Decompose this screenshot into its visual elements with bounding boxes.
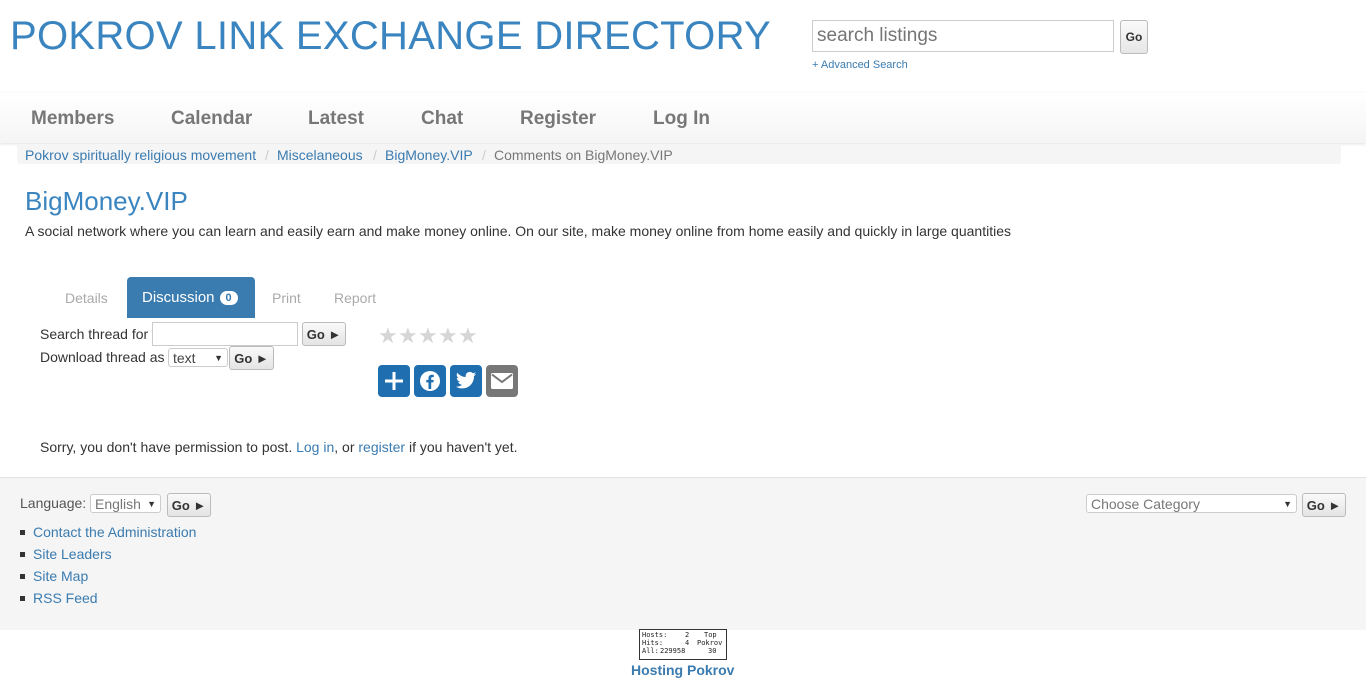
list-bullet [20, 596, 25, 601]
language-label: Language: [20, 495, 87, 511]
counter-hosts-value: 2 [685, 631, 690, 639]
counter-top-name: Pokrov [697, 639, 723, 647]
advanced-search-link[interactable]: + Advanced Search [812, 59, 908, 71]
language-select[interactable]: English ▼ [90, 494, 161, 513]
rating-star-icon[interactable]: ★ [458, 323, 478, 349]
search-thread-go-button[interactable]: Go ► [302, 322, 346, 346]
counter-all-label: All: [642, 647, 659, 655]
footer-link-contact[interactable]: Contact the Administration [33, 524, 196, 540]
chevron-down-icon: ▼ [214, 352, 223, 363]
search-go-button[interactable]: Go [1120, 20, 1148, 54]
share-icon [385, 372, 403, 390]
nav-register[interactable]: Register [520, 108, 596, 130]
breadcrumb-separator: / [373, 147, 377, 163]
twitter-share-button[interactable] [450, 365, 482, 397]
site-title[interactable]: POKROV LINK EXCHANGE DIRECTORY [10, 14, 771, 59]
breadcrumb-separator: / [265, 147, 269, 163]
permission-suffix: if you haven't yet. [405, 439, 518, 455]
search-thread-label: Search thread for [40, 326, 149, 342]
nav-members[interactable]: Members [31, 108, 114, 130]
tab-report[interactable]: Report [334, 290, 376, 306]
counter-all-value: 229958 [660, 647, 686, 655]
rating-star-icon[interactable]: ★ [378, 323, 398, 349]
hosting-link[interactable]: Hosting Pokrov [631, 662, 734, 678]
permission-middle: , or [334, 439, 359, 455]
chevron-down-icon: ▼ [147, 498, 156, 509]
list-bullet [20, 552, 25, 557]
email-icon [491, 373, 513, 389]
login-link[interactable]: Log in [296, 439, 334, 455]
nav-login[interactable]: Log In [653, 108, 710, 130]
tab-print[interactable]: Print [272, 290, 301, 306]
discussion-count-badge: 0 [219, 291, 238, 305]
counter-top-rank: 30 [708, 647, 717, 655]
email-share-button[interactable] [486, 365, 518, 397]
download-thread-go-button[interactable]: Go ► [229, 346, 274, 370]
breadcrumb-item-listing[interactable]: BigMoney.VIP [385, 147, 473, 163]
permission-message: Sorry, you don't have permission to post… [40, 439, 517, 455]
rating-star-icon[interactable]: ★ [438, 323, 458, 349]
download-thread-label: Download thread as [40, 349, 165, 365]
share-button[interactable] [378, 365, 410, 397]
tab-discussion-label: Discussion [142, 289, 215, 306]
counter-hits-value: 4 [685, 639, 690, 647]
category-go-button[interactable]: Go ► [1302, 493, 1346, 517]
search-input[interactable] [812, 20, 1114, 52]
rating-star-icon[interactable]: ★ [418, 323, 438, 349]
download-format-value: text [173, 349, 196, 366]
tab-discussion[interactable]: Discussion 0 [127, 277, 255, 318]
list-bullet [20, 574, 25, 579]
breadcrumb-item-category[interactable]: Miscelaneous [277, 147, 363, 163]
breadcrumb-separator: / [482, 147, 486, 163]
chevron-down-icon: ▼ [1283, 498, 1292, 509]
rating-star-icon[interactable]: ★ [398, 323, 418, 349]
language-value: English [95, 495, 141, 512]
hit-counter[interactable]: Hosts: 2 Top Hits: 4 Pokrov All: 229958 … [639, 629, 727, 660]
counter-hits-row: Hits: 4 Pokrov [642, 639, 724, 647]
nav-calendar[interactable]: Calendar [171, 108, 252, 130]
category-select[interactable]: Choose Category ▼ [1086, 494, 1297, 513]
counter-top-label: Top [704, 631, 717, 639]
breadcrumb-item-home[interactable]: Pokrov spiritually religious movement [25, 147, 256, 163]
list-bullet [20, 530, 25, 535]
nav-chat[interactable]: Chat [421, 108, 463, 130]
twitter-icon [455, 371, 477, 389]
breadcrumb-item-current: Comments on BigMoney.VIP [494, 147, 673, 163]
register-link[interactable]: register [358, 439, 405, 455]
facebook-icon [420, 371, 440, 391]
counter-all-row: All: 229958 30 [642, 647, 724, 655]
footer-link-leaders[interactable]: Site Leaders [33, 546, 112, 562]
language-go-button[interactable]: Go ► [167, 493, 211, 517]
tab-details[interactable]: Details [65, 290, 108, 306]
counter-hosts-label: Hosts: [642, 631, 668, 639]
facebook-share-button[interactable] [414, 365, 446, 397]
listing-description: A social network where you can learn and… [25, 223, 1011, 239]
search-thread-input[interactable] [152, 322, 298, 346]
nav-latest[interactable]: Latest [308, 108, 364, 130]
permission-prefix: Sorry, you don't have permission to post… [40, 439, 297, 455]
category-value: Choose Category [1091, 495, 1200, 512]
footer-link-rss[interactable]: RSS Feed [33, 590, 98, 606]
counter-hits-label: Hits: [642, 639, 664, 647]
counter-hosts-row: Hosts: 2 Top [642, 631, 724, 639]
listing-title[interactable]: BigMoney.VIP [25, 186, 188, 217]
footer-link-sitemap[interactable]: Site Map [33, 568, 88, 584]
download-format-select[interactable]: text ▼ [168, 348, 228, 367]
